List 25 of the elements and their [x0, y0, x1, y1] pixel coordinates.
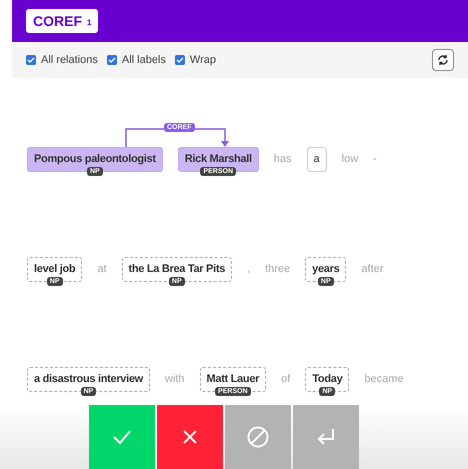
refresh-icon — [437, 54, 449, 66]
checkbox-label: All labels — [122, 52, 166, 68]
word: became — [364, 372, 404, 388]
word: low — [342, 152, 358, 168]
count: 1 — [87, 17, 92, 29]
checkbox-label: All relations — [41, 52, 98, 68]
checkbox[interactable] — [174, 55, 185, 65]
prohibited-icon — [247, 426, 269, 448]
word: - — [373, 152, 377, 168]
close-icon — [182, 429, 198, 445]
word: with — [164, 372, 185, 388]
check-icon — [112, 429, 132, 445]
word: has — [274, 152, 292, 168]
word: after — [361, 262, 384, 278]
token[interactable]: a — [306, 147, 327, 172]
word: of — [281, 372, 290, 388]
refresh-button[interactable] — [432, 49, 454, 71]
word: , — [247, 262, 250, 278]
word: three — [265, 262, 290, 278]
title: COREF — [33, 12, 82, 30]
checkbox[interactable] — [106, 55, 117, 65]
checkbox-label: Wrap — [190, 52, 216, 68]
return-icon — [316, 428, 336, 446]
word: at — [97, 262, 107, 278]
checkbox[interactable] — [26, 55, 36, 65]
